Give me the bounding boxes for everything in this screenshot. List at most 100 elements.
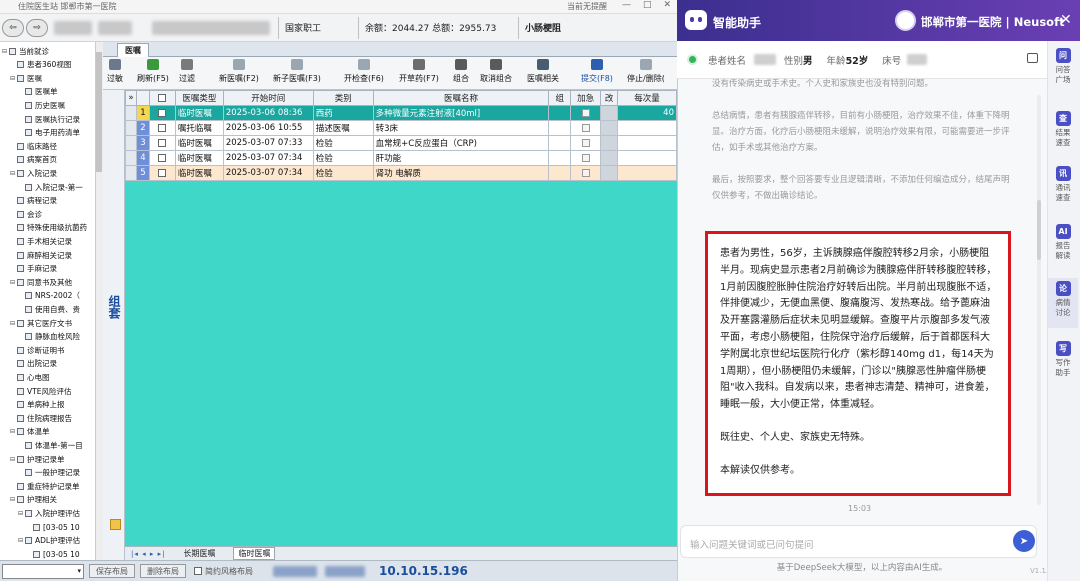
col-modified[interactable]: 改 — [600, 90, 619, 106]
sidebar-item[interactable]: ⊟ 入院记录 — [0, 167, 57, 179]
sidebar-item[interactable]: 临床路径 — [0, 140, 57, 152]
expand-toggle-icon[interactable]: ⊟ — [18, 510, 24, 517]
sidebar-item[interactable]: ⊟ ADL护理评估 — [0, 535, 80, 547]
minimize-button[interactable]: — — [622, 0, 631, 10]
combine-button[interactable]: 组合 — [453, 59, 469, 84]
sidebar-item[interactable]: 使用自费、贵 — [0, 303, 80, 315]
sidebar-item[interactable]: 心电图 — [0, 371, 50, 383]
cell-group[interactable] — [548, 120, 572, 136]
expand-toggle-icon[interactable]: ⊟ — [10, 456, 16, 463]
col-urgent[interactable]: 加急 — [570, 90, 602, 106]
sidebar-item[interactable]: ⊟ 护理相关 — [0, 494, 57, 506]
print-icon[interactable] — [1027, 53, 1038, 63]
expand-toggle-icon[interactable]: ⊟ — [2, 48, 8, 55]
tab-temporary-orders[interactable]: 临时医嘱 — [233, 547, 276, 560]
chat-scroll-thumb[interactable] — [1037, 200, 1041, 260]
table-row[interactable]: 2 嘱托临嘱 2025-03-06 10:55 描述医嘱 转3床 — [125, 120, 677, 136]
save-layout-button[interactable]: 保存布局 — [89, 564, 135, 578]
sidebar-item[interactable]: ⊟ 同意书及其他 — [0, 276, 72, 288]
cell-modified[interactable] — [600, 105, 619, 121]
row-number[interactable]: 1 — [135, 105, 150, 121]
next-patient-button[interactable]: ⇨ — [26, 18, 48, 37]
cell-start-time[interactable]: 2025-03-07 07:33 — [222, 135, 314, 151]
cell-group[interactable] — [548, 165, 572, 181]
row-select-cell[interactable] — [148, 120, 176, 136]
col-dose[interactable]: 每次量 — [617, 90, 677, 106]
sidebar-item[interactable]: 病程记录 — [0, 195, 57, 207]
row-number[interactable]: 3 — [135, 135, 150, 151]
cell-dose[interactable] — [617, 135, 677, 151]
sidebar-item[interactable]: 病案首页 — [0, 154, 57, 166]
herbal-order-button[interactable]: 开草药(F7) — [399, 59, 439, 84]
uncombine-button[interactable]: 取消组合 — [480, 59, 512, 84]
row-number[interactable]: 4 — [135, 150, 150, 166]
sidebar-item[interactable]: 麻醉相关记录 — [0, 249, 72, 261]
tab-nav-arrows[interactable]: |◂ ◂ ▸ ▸| — [131, 550, 165, 558]
select-all-checkbox[interactable] — [158, 93, 167, 102]
tab-order-sets[interactable]: 组套 — [105, 295, 123, 319]
cell-order-name[interactable]: 多种微量元素注射液[40ml] — [372, 105, 550, 121]
col-category[interactable]: 类别 — [312, 90, 374, 106]
sidebar-item[interactable]: 手术相关记录 — [0, 235, 72, 247]
send-button[interactable]: ➤ — [1013, 530, 1035, 552]
cell-order-name[interactable]: 血常规+C反应蛋白（CRP) — [372, 135, 550, 151]
new-order-button[interactable]: 新医嘱(F2) — [219, 59, 259, 84]
urgent-checkbox[interactable] — [581, 138, 590, 147]
sidebar-item[interactable]: VTE风险评估 — [0, 385, 71, 397]
sidebar-item[interactable]: ⊟ 当前就诊 — [0, 45, 49, 57]
row-checkbox[interactable] — [158, 108, 167, 117]
layout-select[interactable]: ▾ — [2, 563, 84, 579]
cell-category[interactable]: 检验 — [312, 165, 374, 181]
sidebar-item[interactable]: NRS-2002（ — [0, 290, 80, 302]
cell-modified[interactable] — [600, 120, 619, 136]
sidebar-item[interactable]: 出院记录 — [0, 358, 57, 370]
sidebar-item[interactable]: ⊟ 其它医疗文书 — [0, 317, 72, 329]
cell-dose[interactable] — [617, 165, 677, 181]
rail-item[interactable]: 论病情讨论 — [1048, 278, 1078, 328]
cell-group[interactable] — [548, 135, 572, 151]
sidebar-item[interactable]: 一般护理记录 — [0, 467, 80, 479]
row-select-cell[interactable] — [148, 150, 176, 166]
cell-urgent[interactable] — [570, 105, 602, 121]
cell-order-name[interactable]: 肝功能 — [372, 150, 550, 166]
rail-item[interactable]: AI 报告解读 — [1048, 221, 1078, 271]
sidebar-item[interactable]: [03-05 10 — [0, 521, 80, 533]
cell-start-time[interactable]: 2025-03-06 10:55 — [222, 120, 314, 136]
sidebar-item[interactable]: 入院记录-第一 — [0, 181, 83, 193]
close-icon[interactable]: ✕ — [1060, 12, 1072, 28]
urgent-checkbox[interactable] — [581, 153, 590, 162]
expand-toggle-icon[interactable]: ⊟ — [10, 279, 16, 286]
row-expander[interactable] — [125, 135, 137, 151]
sidebar-item[interactable]: ⊟ 体温单 — [0, 426, 50, 438]
row-expander[interactable] — [125, 120, 137, 136]
tab-orders[interactable]: 医嘱 — [117, 43, 149, 57]
sidebar-item[interactable]: 特殊使用级抗菌药 — [0, 222, 87, 234]
cell-order-type[interactable]: 临时医嘱 — [174, 165, 224, 181]
row-checkbox[interactable] — [158, 168, 167, 177]
expand-toggle-icon[interactable]: ⊟ — [10, 320, 16, 327]
expand-toggle-icon[interactable]: ⊟ — [10, 428, 16, 435]
expand-toggle-icon[interactable]: ⊟ — [18, 537, 24, 544]
sidebar-item[interactable]: 会诊 — [0, 208, 42, 220]
sidebar-item[interactable]: 住院病理报告 — [0, 412, 72, 424]
row-select-cell[interactable] — [148, 165, 176, 181]
delete-layout-button[interactable]: 删除布局 — [140, 564, 186, 578]
row-checkbox[interactable] — [158, 138, 167, 147]
sidebar-item[interactable]: ⊟ 医嘱 — [0, 72, 42, 84]
cell-modified[interactable] — [600, 150, 619, 166]
expand-toggle-icon[interactable]: ⊟ — [10, 75, 16, 82]
cell-modified[interactable] — [600, 165, 619, 181]
row-expander[interactable] — [125, 165, 137, 181]
allergy-button[interactable]: 过敏 — [107, 59, 123, 84]
row-expander[interactable] — [125, 150, 137, 166]
cell-dose[interactable] — [617, 120, 677, 136]
stop-delete-button[interactable]: 停止/删除( — [627, 59, 665, 84]
col-order-name[interactable]: 医嘱名称 — [372, 90, 550, 106]
sidebar-item[interactable]: 体温单-第一目 — [0, 439, 83, 451]
table-row[interactable]: 3 临时医嘱 2025-03-07 07:33 检验 血常规+C反应蛋白（CRP) — [125, 135, 677, 151]
col-group[interactable]: 组 — [548, 90, 572, 106]
cell-group[interactable] — [548, 150, 572, 166]
cell-order-name[interactable]: 肾功 电解质 — [372, 165, 550, 181]
sidebar-item[interactable]: 患者360视图 — [0, 59, 71, 71]
sidebar-item[interactable]: 诊断证明书 — [0, 344, 65, 356]
